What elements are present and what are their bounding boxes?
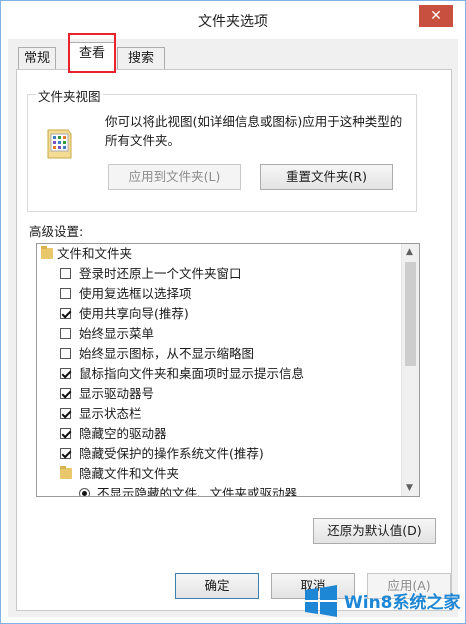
- restore-defaults-button[interactable]: 还原为默认值(D): [313, 518, 436, 544]
- checkbox[interactable]: [60, 268, 71, 279]
- folder-view-icon: [47, 129, 72, 159]
- checkbox-checked[interactable]: [60, 408, 71, 419]
- tab-search[interactable]: 搜索: [117, 47, 165, 70]
- tab-general[interactable]: 常规: [18, 47, 56, 70]
- checkbox[interactable]: [60, 288, 71, 299]
- dialog-client: 常规 查看 搜索 文件夹视图 你可以将此视图(如详细信息或图标)应用于这种类型的…: [8, 33, 458, 617]
- folder-options-dialog: 文件夹选项 ✕ 常规 查看 搜索 文件夹视图 你可以将此视图(如详细信息或图标)…: [0, 0, 466, 624]
- close-button[interactable]: ✕: [419, 5, 453, 27]
- checkbox-checked[interactable]: [60, 448, 71, 459]
- watermark-text: Win8系统之家: [344, 593, 461, 613]
- folder-views-description: 你可以将此视图(如详细信息或图标)应用于这种类型的所有文件夹。: [105, 114, 403, 148]
- checkbox[interactable]: [60, 348, 71, 359]
- checkbox-checked[interactable]: [60, 428, 71, 439]
- tree-scrollbar[interactable]: ▲ ▼: [401, 244, 419, 496]
- ok-button[interactable]: 确定: [175, 573, 259, 599]
- scroll-down-icon[interactable]: ▼: [406, 483, 413, 493]
- apply-to-folders-button[interactable]: 应用到文件夹(L): [108, 164, 241, 190]
- radio-selected[interactable]: [79, 488, 90, 496]
- scrollbar-thumb[interactable]: [405, 262, 416, 366]
- folder-icon: [60, 466, 72, 479]
- reset-folders-button[interactable]: 重置文件夹(R): [260, 164, 393, 190]
- checkbox-checked[interactable]: [60, 308, 71, 319]
- advanced-settings-tree: 文件和文件夹 登录时还原上一个文件夹窗口 使用复选框以选择项 使用共享向导(推荐…: [36, 243, 420, 497]
- windows-logo-icon: [305, 585, 337, 617]
- checkbox-checked[interactable]: [60, 368, 71, 379]
- folder-icon: [41, 246, 53, 259]
- advanced-settings-label: 高级设置:: [29, 224, 84, 239]
- checkbox[interactable]: [60, 328, 71, 339]
- scroll-up-icon[interactable]: ▲: [406, 247, 413, 257]
- window-title: 文件夹选项: [198, 14, 268, 30]
- checkbox-checked[interactable]: [60, 388, 71, 399]
- folder-views-title: 文件夹视图: [36, 86, 103, 105]
- view-tab-panel: 文件夹视图 你可以将此视图(如详细信息或图标)应用于这种类型的所有文件夹。 应用…: [16, 69, 452, 611]
- watermark: Win8系统之家: [300, 577, 466, 623]
- highlight-box: [68, 33, 116, 73]
- folder-views-group: 文件夹视图 你可以将此视图(如详细信息或图标)应用于这种类型的所有文件夹。 应用…: [27, 86, 417, 212]
